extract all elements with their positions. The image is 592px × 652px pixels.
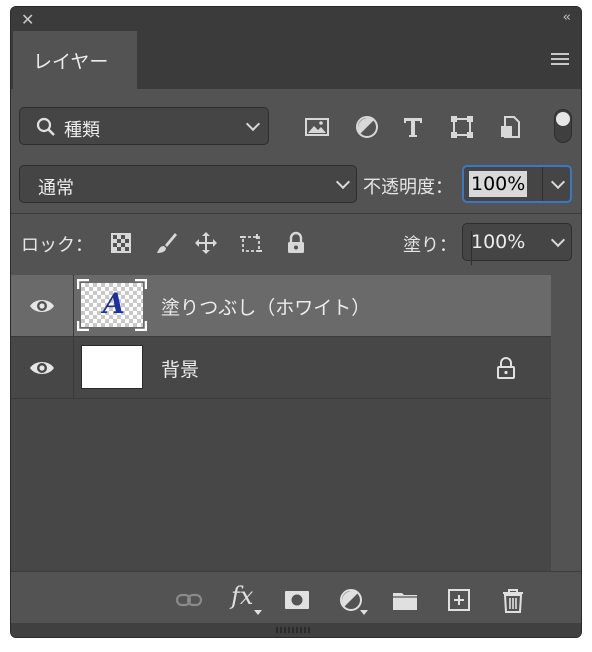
type-filter-icon[interactable] [399, 113, 427, 141]
layer-list-scrollbar[interactable] [551, 275, 581, 571]
tab-layers[interactable]: レイヤー [13, 31, 137, 89]
filter-toggle[interactable] [554, 109, 572, 143]
close-icon[interactable]: ✕ [21, 10, 34, 29]
collapse-icon[interactable]: ‹‹ [563, 10, 572, 25]
eye-icon[interactable] [29, 359, 55, 377]
opacity-label: 不透明度： [363, 177, 453, 198]
add-mask-icon[interactable] [283, 586, 311, 614]
visibility-toggle[interactable] [11, 275, 74, 336]
layer-lock-icon [497, 357, 515, 379]
lock-label: ロック： [21, 235, 93, 256]
fill-label: 塗り： [403, 235, 457, 256]
layer-thumbnail[interactable]: A [77, 279, 147, 331]
layer-name[interactable]: 背景 [161, 355, 199, 382]
layer-row[interactable]: 背景 [11, 337, 551, 399]
folder-icon[interactable] [391, 586, 419, 614]
adjustment-filter-icon[interactable] [353, 113, 381, 141]
lock-image-pixels-brush-icon[interactable] [154, 231, 178, 255]
panel-menu-icon[interactable] [551, 53, 569, 67]
chevron-down-icon [245, 116, 261, 132]
tab-layers-label: レイヤー [33, 51, 109, 73]
layer-row[interactable]: A 塗りつぶし（ホワイト） [11, 275, 551, 337]
thumbnail-letter: A [103, 287, 125, 320]
new-layer-icon[interactable] [445, 586, 473, 614]
divider [11, 213, 581, 214]
smart-object-filter-icon[interactable] [497, 113, 525, 141]
fx-submenu-arrow-icon [254, 610, 262, 615]
lock-transparent-pixels-icon[interactable] [109, 231, 133, 255]
fx-icon[interactable]: fx [231, 582, 253, 610]
panel-titlebar: ✕ ‹‹ [11, 7, 581, 31]
layer-list: A 塗りつぶし（ホワイト） 背景 [11, 275, 551, 571]
chevron-down-icon[interactable] [550, 174, 566, 190]
fill-value[interactable]: 100% [471, 231, 525, 253]
image-filter-icon[interactable] [303, 113, 331, 141]
fill-field[interactable]: 100% [462, 223, 572, 265]
lock-all-icon[interactable] [284, 231, 308, 255]
blend-mode-value: 通常 [38, 178, 74, 199]
panel-footer: fx [11, 571, 581, 624]
filter-kind-label: 種類 [64, 120, 100, 141]
search-icon [36, 117, 55, 136]
resize-grip[interactable] [11, 623, 581, 637]
chevron-down-icon [335, 174, 351, 190]
link-layers-icon[interactable] [175, 586, 203, 614]
opacity-field[interactable]: 100% [462, 165, 572, 203]
lock-position-move-icon[interactable] [194, 231, 218, 255]
lock-artboard-icon[interactable] [239, 231, 263, 255]
tab-row: レイヤー [11, 31, 581, 89]
adjustment-submenu-arrow-icon [360, 610, 368, 615]
filter-kind-select[interactable]: 種類 [19, 107, 269, 145]
blend-mode-select[interactable]: 通常 [19, 165, 357, 203]
layers-panel: ✕ ‹‹ レイヤー 種類 通常 不透明度： 100% ロック： 塗り： 100%… [10, 6, 582, 638]
layer-name[interactable]: 塗りつぶし（ホワイト） [161, 293, 370, 320]
eye-icon[interactable] [29, 297, 55, 315]
visibility-toggle[interactable] [11, 337, 74, 398]
opacity-value[interactable]: 100% [469, 171, 528, 197]
chevron-down-icon[interactable] [550, 232, 566, 248]
shape-filter-icon[interactable] [448, 113, 476, 141]
trash-icon[interactable] [499, 586, 527, 614]
layer-thumbnail[interactable] [81, 345, 143, 389]
